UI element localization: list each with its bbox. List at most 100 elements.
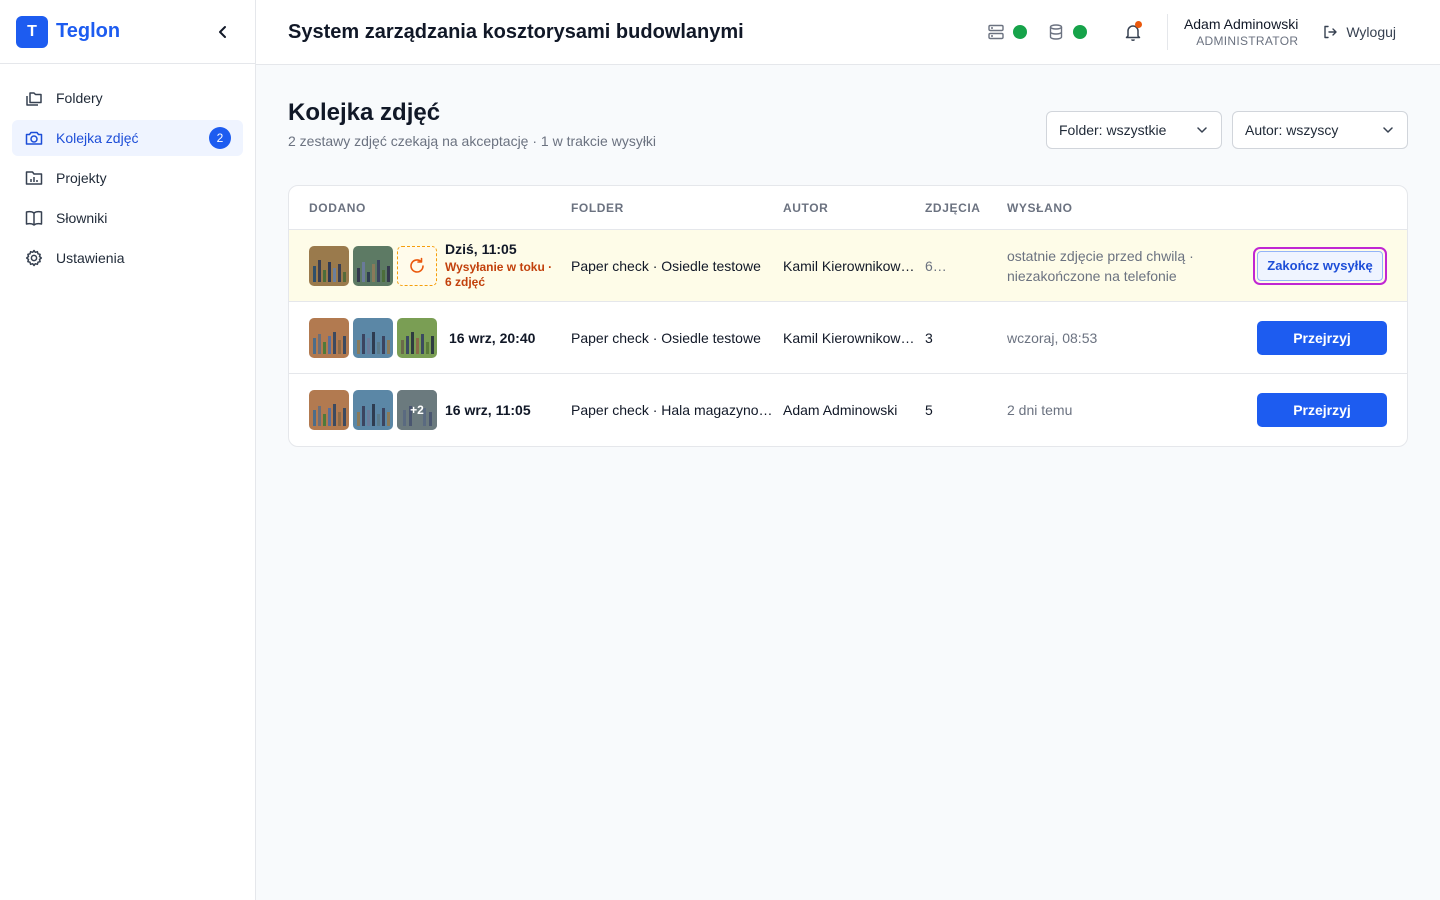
more-photos-count: +2 <box>410 403 424 417</box>
folder-filter-select[interactable]: Folder: wszystkie <box>1046 111 1222 149</box>
sidebar: T Teglon Foldery Kolejka zdjęć 2 Projekt… <box>0 0 256 900</box>
sidebar-item-slowniki[interactable]: Słowniki <box>12 200 243 236</box>
app-title: System zarządzania kosztorysami budowlan… <box>288 20 744 43</box>
author-cell: Kamil Kierownikowski <box>783 257 918 274</box>
author-cell: Kamil Kierownikowski <box>783 329 918 346</box>
logout-icon <box>1324 25 1338 39</box>
sidebar-item-label: Kolejka zdjęć <box>56 130 139 146</box>
photo-thumbnail[interactable] <box>309 317 349 358</box>
more-photos-thumbnail[interactable]: +2 <box>397 390 437 430</box>
main-content: Kolejka zdjęć 2 zestawy zdjęć czekają na… <box>256 65 1440 900</box>
sidebar-item-foldery[interactable]: Foldery <box>12 80 243 116</box>
chevron-down-icon <box>1197 127 1207 133</box>
folder-cell: Paper check · Osiedle testowe <box>571 257 761 274</box>
photo-count-cell: 6… <box>925 257 947 274</box>
sent-cell: 2 dni temu <box>1007 402 1073 418</box>
column-header-sent: WYSŁANO <box>1007 200 1073 215</box>
sent-cell: ostatnie zdjęcie przed chwilą · niezakoń… <box>1007 247 1194 284</box>
brand-logo: T <box>16 15 48 48</box>
brand-name: Teglon <box>56 20 121 42</box>
notifications-button[interactable] <box>1121 20 1145 44</box>
photo-thumbnail[interactable] <box>397 317 437 358</box>
server-status <box>987 23 1027 41</box>
notification-indicator <box>1134 21 1142 28</box>
added-info: 16 wrz, 11:05 <box>445 402 531 418</box>
column-header-photos: ZDJĘCIA <box>925 200 981 215</box>
filters: Folder: wszystkie Autor: wszyscy <box>1046 111 1408 149</box>
gear-icon <box>24 248 44 268</box>
user-name: Adam Adminowski <box>1183 16 1299 32</box>
sidebar-nav: Foldery Kolejka zdjęć 2 Projekty Słownik… <box>0 64 255 296</box>
added-date: 16 wrz, 20:40 <box>449 329 536 346</box>
finish-upload-button[interactable]: Zakończ wysyłkę <box>1257 250 1383 281</box>
sent-cell: wczoraj, 08:53 <box>1007 329 1098 346</box>
folder-cell: Paper check · Osiedle testowe <box>571 329 761 346</box>
review-button[interactable]: Przejrzyj <box>1257 320 1387 355</box>
sidebar-item-ustawienia[interactable]: Ustawienia <box>12 240 243 276</box>
photo-thumbnail[interactable] <box>309 245 349 286</box>
camera-icon <box>24 128 44 148</box>
folders-icon <box>24 88 44 108</box>
focus-ring: Zakończ wysyłkę <box>1253 246 1387 285</box>
photo-thumbnail[interactable] <box>353 245 393 286</box>
action-cell: Przejrzyj <box>1227 393 1407 427</box>
header-divider <box>1166 14 1168 50</box>
database-status-dot <box>1072 25 1087 39</box>
collapse-sidebar-button[interactable] <box>211 20 235 44</box>
action-cell: Zakończ wysyłkę <box>1227 246 1407 285</box>
sidebar-item-label: Foldery <box>56 90 103 106</box>
page-subtitle: 2 zestawy zdjęć czekają na akceptację · … <box>288 133 657 149</box>
author-filter-value: Autor: wszyscy <box>1245 122 1339 138</box>
photo-thumbnails <box>309 245 437 286</box>
added-cell: 16 wrz, 20:40 <box>289 317 571 358</box>
book-icon <box>24 208 44 228</box>
photo-count-cell: 5 <box>925 402 933 418</box>
column-header-author: AUTOR <box>783 200 829 215</box>
logout-button[interactable]: Wyloguj <box>1322 24 1396 40</box>
review-button[interactable]: Przejrzyj <box>1257 393 1387 427</box>
added-date: Dziś, 11:05 <box>445 241 517 257</box>
table-row[interactable]: 16 wrz, 20:40 Paper check · Osiedle test… <box>289 302 1407 374</box>
column-header-added: DODANO <box>309 200 366 215</box>
table-row[interactable]: +2 16 wrz, 11:05 Paper check · Hala maga… <box>289 374 1407 446</box>
action-cell: Przejrzyj <box>1227 320 1407 355</box>
column-header-folder: FOLDER <box>571 200 624 215</box>
photo-thumbnail[interactable] <box>309 390 349 430</box>
folder-filter-value: Folder: wszystkie <box>1059 122 1167 138</box>
server-status-dot <box>1012 25 1027 39</box>
top-right-area: Adam Adminowski ADMINISTRATOR Wyloguj <box>987 0 1408 64</box>
server-icon <box>988 24 1004 40</box>
added-info: Dziś, 11:05 Wysyłanie w toku · 6 zdjęć <box>445 241 557 290</box>
photo-thumbnail[interactable] <box>353 390 393 430</box>
table-header: DODANO FOLDER AUTOR ZDJĘCIA WYSŁANO <box>289 186 1407 230</box>
author-cell: Adam Adminowski <box>783 402 898 418</box>
photo-thumbnail[interactable] <box>353 317 393 358</box>
table-row[interactable]: Dziś, 11:05 Wysyłanie w toku · 6 zdjęć P… <box>289 230 1407 302</box>
user-role: ADMINISTRATOR <box>1196 34 1299 48</box>
photo-count-cell: 3 <box>925 329 933 346</box>
photo-thumbnails <box>309 317 441 358</box>
added-cell: Dziś, 11:05 Wysyłanie w toku · 6 zdjęć <box>289 241 571 290</box>
folder-cell: Paper check · Hala magazynowa <box>571 402 777 418</box>
upload-status: Wysyłanie w toku · 6 zdjęć <box>445 260 553 289</box>
sidebar-item-label: Ustawienia <box>56 250 125 266</box>
sidebar-item-projekty[interactable]: Projekty <box>12 160 243 196</box>
sidebar-item-label: Słowniki <box>56 210 108 226</box>
user-info: Adam Adminowski ADMINISTRATOR <box>1184 16 1298 48</box>
added-info: 16 wrz, 20:40 <box>449 330 535 346</box>
logout-label: Wyloguj <box>1346 24 1396 40</box>
chevron-left-icon <box>219 25 226 38</box>
chevron-down-icon <box>1383 127 1393 133</box>
project-chart-icon <box>24 168 44 188</box>
upload-in-progress-placeholder <box>397 245 437 286</box>
added-date: 16 wrz, 11:05 <box>445 402 531 418</box>
brand: T Teglon <box>0 0 255 64</box>
top-bar: System zarządzania kosztorysami budowlan… <box>256 0 1440 65</box>
author-filter-select[interactable]: Autor: wszyscy <box>1232 111 1408 149</box>
page-header: Kolejka zdjęć 2 zestawy zdjęć czekają na… <box>288 97 1408 185</box>
page-title: Kolejka zdjęć <box>288 99 441 126</box>
queue-count-badge: 2 <box>209 127 231 149</box>
database-icon <box>1049 24 1063 40</box>
sidebar-item-kolejka[interactable]: Kolejka zdjęć 2 <box>12 120 243 156</box>
refresh-icon <box>410 257 424 273</box>
